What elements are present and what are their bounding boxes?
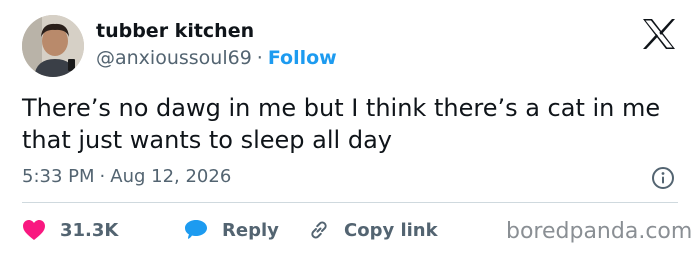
follow-button[interactable]: Follow	[268, 47, 337, 69]
divider	[22, 202, 678, 203]
watermark: boredpanda.com	[506, 219, 693, 244]
like-count: 31.3K	[60, 219, 119, 241]
tweet-timestamp[interactable]: 5:33 PM · Aug 12, 2026	[22, 166, 231, 187]
action-bar: 31.3K Reply Copy link	[22, 216, 438, 244]
reply-label: Reply	[222, 219, 279, 241]
author-handle-row: @anxioussoul69 · Follow	[96, 47, 337, 69]
link-icon	[311, 221, 327, 239]
handle-separator: ·	[256, 47, 263, 69]
heart-icon	[23, 220, 45, 240]
author-name[interactable]: tubber kitchen	[96, 20, 254, 42]
avatar[interactable]	[22, 15, 84, 77]
tweet-time: 5:33 PM	[22, 166, 95, 187]
info-icon[interactable]	[651, 166, 675, 190]
reply-bubble-icon	[185, 220, 207, 239]
like-button[interactable]: 31.3K	[22, 219, 184, 241]
tweet-date: Aug 12, 2026	[110, 166, 232, 187]
timestamp-separator: ·	[99, 166, 106, 187]
reply-button[interactable]: Reply	[184, 219, 308, 241]
copy-link-label: Copy link	[344, 219, 438, 241]
author-handle[interactable]: @anxioussoul69	[96, 47, 252, 69]
tweet-text: There’s no dawg in me but I think there’…	[22, 94, 661, 154]
x-logo-icon[interactable]	[641, 18, 677, 50]
copy-link-button[interactable]: Copy link	[308, 219, 438, 241]
